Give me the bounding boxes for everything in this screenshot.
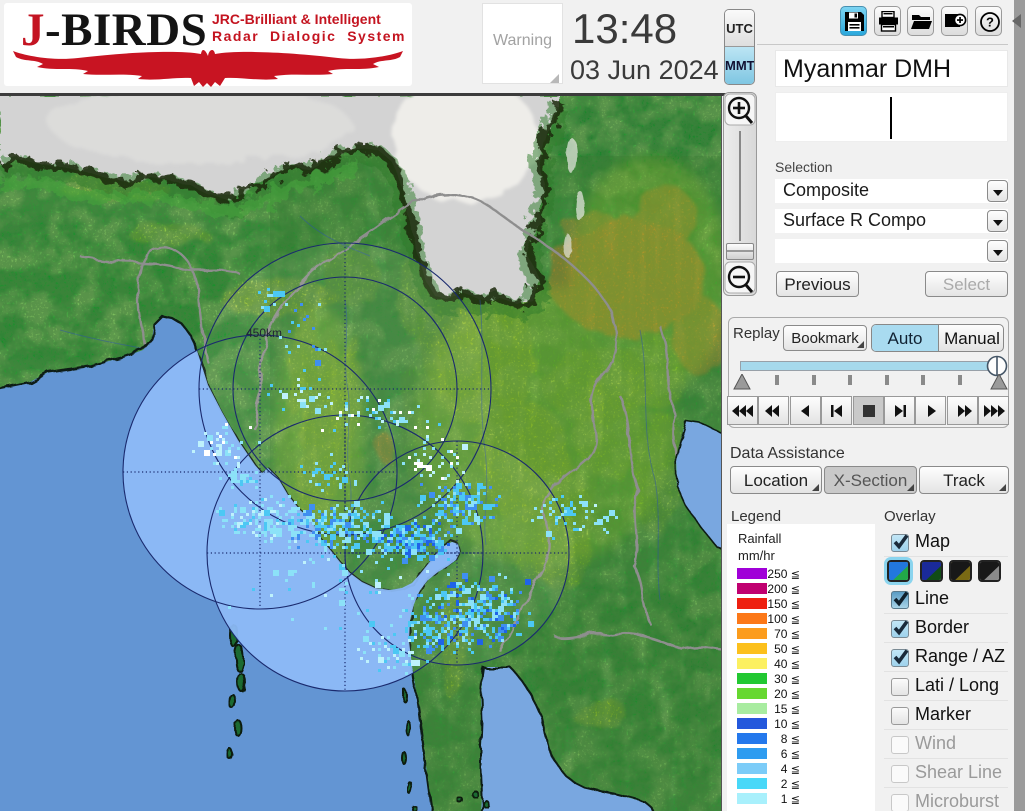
svg-text:450km: 450km: [246, 326, 282, 340]
svg-text:?: ?: [986, 15, 994, 30]
